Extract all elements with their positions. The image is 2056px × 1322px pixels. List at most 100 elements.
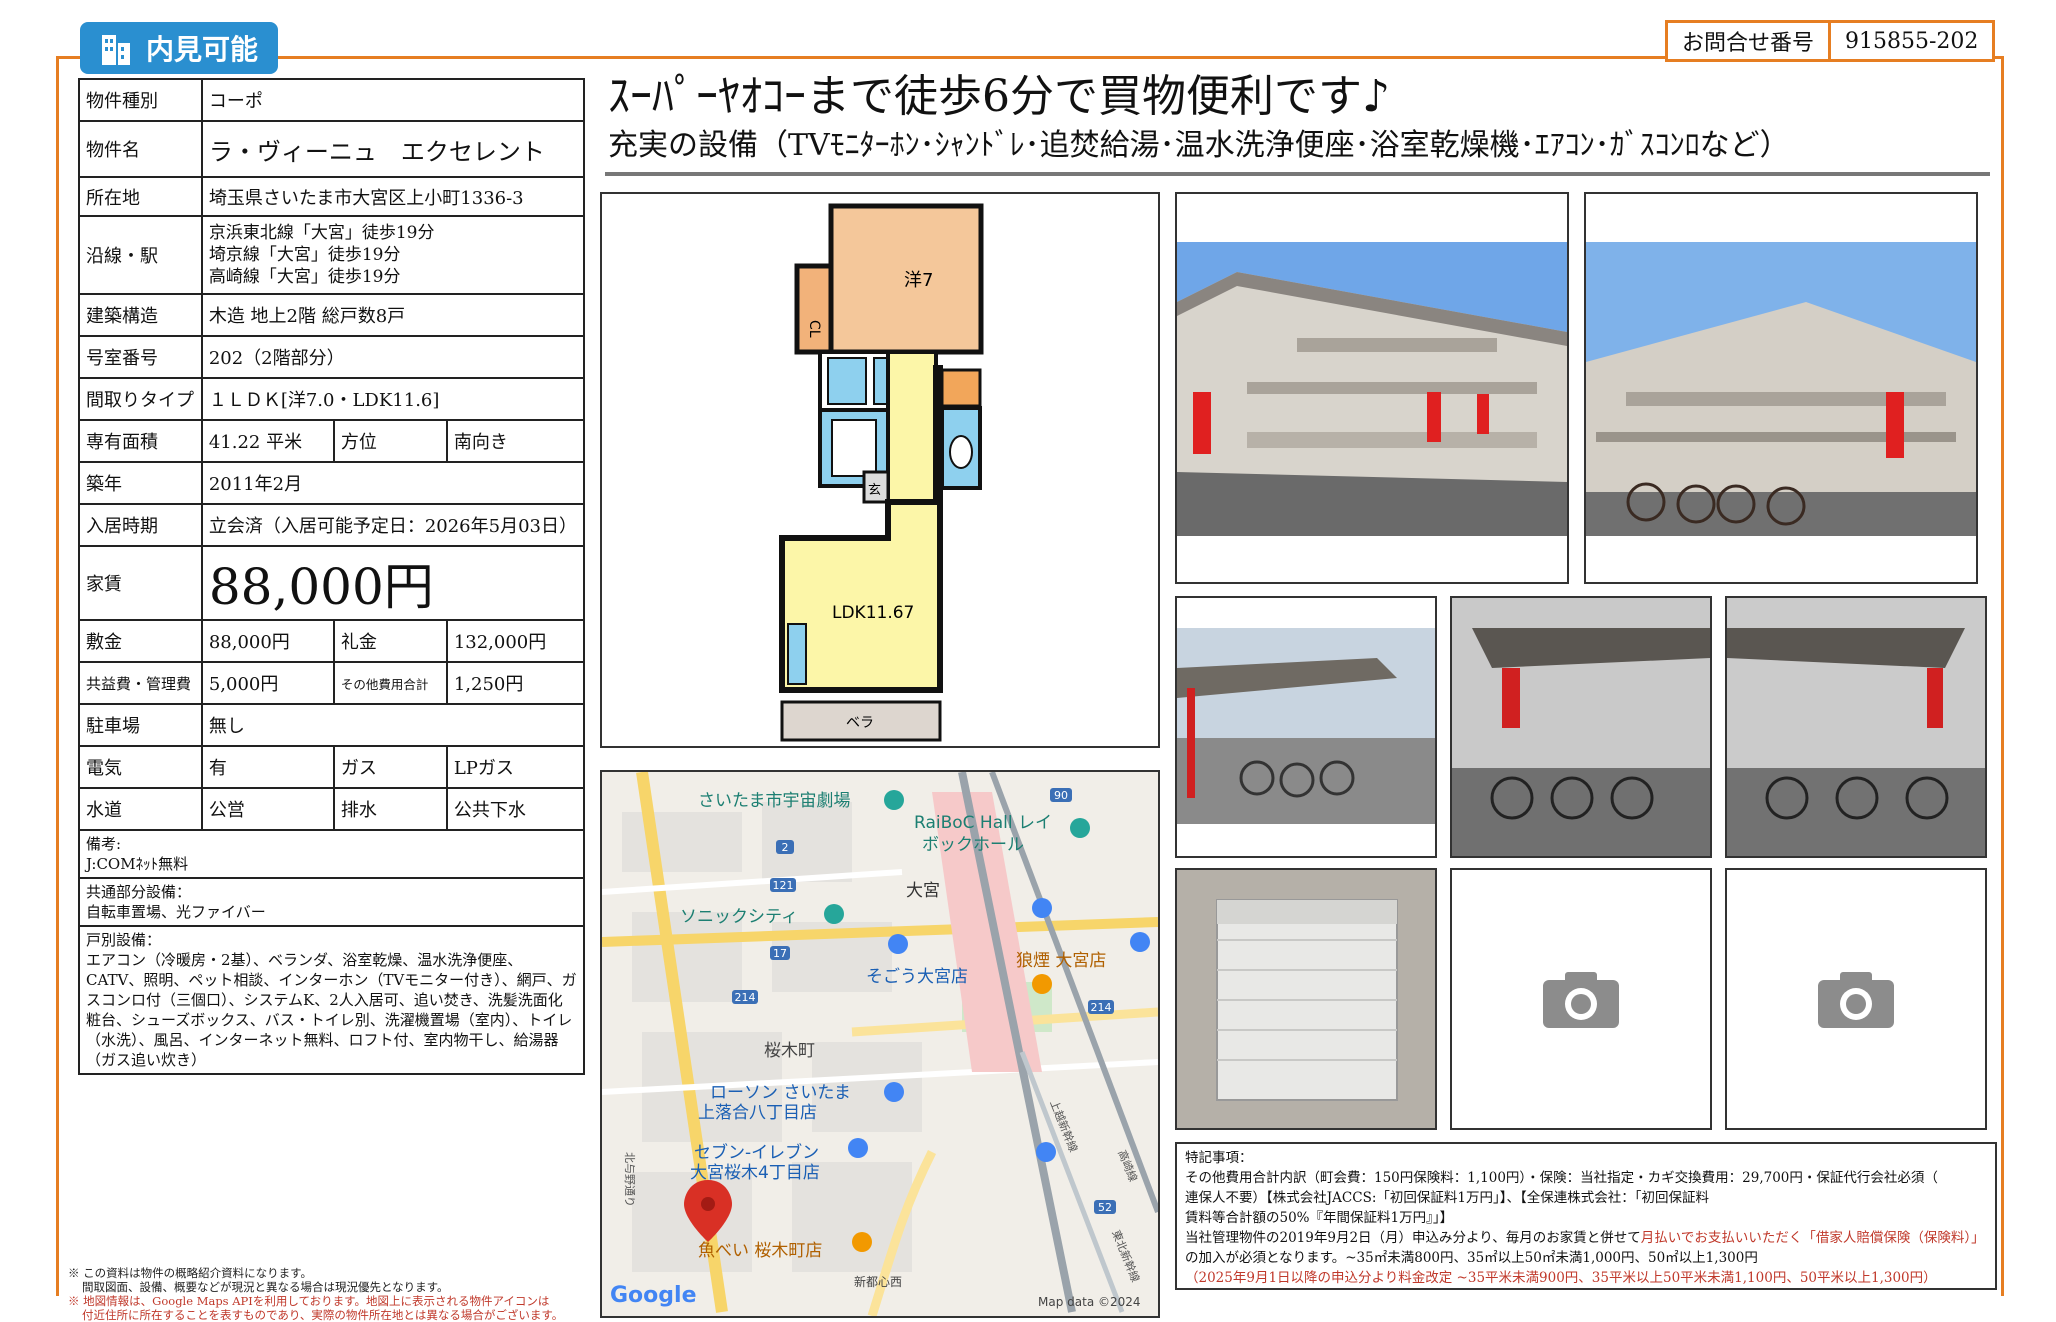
route-number: 214: [735, 991, 756, 1004]
value-type: コーポ: [200, 78, 586, 122]
value-water: 公営: [200, 787, 335, 831]
unit-value: エアコン（冷暖房・2基）、ベランダ、浴室乾燥、温水洗浄便座、CATV、照明、ペッ…: [86, 951, 577, 1069]
value-structure: 木造 地上2階 総戸数8戸: [200, 293, 586, 337]
exterior-photo-2: [1584, 192, 1978, 584]
map-panel[interactable]: 90 2 121 17 214 214 52 さいたま市宇宙劇場 RaiBoC …: [600, 770, 1160, 1318]
row-utilities-2: 水道 公営 排水 公共下水: [78, 787, 586, 831]
inquiry-label: お問合せ番号: [1668, 23, 1832, 59]
map-label: 狼煙 大宮店: [1016, 951, 1106, 971]
row-room: 号室番号 202（2階部分）: [78, 335, 586, 379]
map-drawing: 90 2 121 17 214 214 52 さいたま市宇宙劇場 RaiBoC …: [602, 772, 1158, 1316]
balcony-label: ベラ: [846, 715, 874, 731]
map-label: 上落合八丁目店: [698, 1103, 817, 1123]
map-label: セブン-イレブン: [694, 1142, 819, 1163]
photo-placeholder-1: [1450, 868, 1712, 1130]
value-deposit: 88,000円: [200, 619, 335, 663]
route-number: 90: [1054, 789, 1068, 802]
notes-highlight: 月払いでお支払いいただく「借家人賠償保険（保険料）」: [1640, 1230, 1985, 1246]
notes-line: （2025年9月1日以降の申込分より料金改定 ~35平米未満900円、35平米以…: [1185, 1270, 1937, 1286]
row-built: 築年 2011年2月: [78, 461, 586, 505]
bike-parking-image: [1727, 598, 1985, 856]
map-label: 大宮桜木4丁目店: [690, 1163, 820, 1183]
frame-right: [2001, 56, 2004, 1296]
row-remarks: 備考: J:COMﾈｯﾄ無料: [78, 829, 585, 879]
disclaimer: ※ この資料は物件の概略紹介資料になります。 間取図面、設備、概要などが現況と異…: [68, 1266, 588, 1322]
bike-parking-image: [1452, 598, 1710, 856]
ldk-label: LDK11.67: [832, 603, 914, 623]
exterior-photo-1: [1175, 192, 1569, 584]
disclaimer-line: ※ この資料は物件の概略紹介資料になります。: [68, 1266, 313, 1280]
row-unit-facilities: 戸別設備： エアコン（冷暖房・2基）、ベランダ、浴室乾燥、温水洗浄便座、CATV…: [78, 925, 585, 1075]
property-info-table: 物件種別 コーポ 物件名 ラ・ヴィーニュ エクセレント 所在地 埼玉県さいたま市…: [78, 78, 586, 1075]
notes-line: 連保人不要）【株式会社JACCS:「初回保証料1万円」】、【全保連株式会社：「初…: [1185, 1190, 1709, 1206]
label-other-fees: その他費用合計: [332, 661, 448, 705]
row-station: 沿線・駅 京浜東北線「大宮」徒歩19分 埼京線「大宮」徒歩19分 高崎線「大宮」…: [78, 215, 586, 295]
label-type: 物件種別: [78, 78, 203, 122]
entrance-label: 玄: [868, 483, 881, 498]
bike-parking-photo-1: [1175, 596, 1437, 858]
exterior-photo-image: [1177, 242, 1567, 536]
label-structure: 建築構造: [78, 293, 203, 337]
remarks-cell: 備考: J:COMﾈｯﾄ無料: [78, 829, 585, 879]
exterior-photo-image: [1586, 242, 1976, 536]
room-western-label: 洋7: [904, 270, 933, 291]
value-built: 2011年2月: [200, 461, 586, 505]
subheadline: 充実の設備（TVﾓﾆﾀｰﾎﾝ･ｼｬﾝﾄﾞﾚ･追焚給湯･温水洗浄便座･浴室乾燥機･…: [608, 128, 1790, 163]
label-address: 所在地: [78, 176, 203, 217]
label-rent: 家賃: [78, 545, 203, 621]
map-label: ボックホール: [922, 835, 1024, 855]
floorplan-drawing: 洋7 CL 玄 LDK11.67 ベラ: [779, 203, 984, 742]
label-layout: 間取りタイプ: [78, 377, 203, 421]
floorplan-panel: 洋7 CL 玄 LDK11.67 ベラ: [600, 192, 1160, 748]
value-layout: １ＬＤＫ[洋7.0・LDK11.6]: [200, 377, 586, 421]
storage-image: [1177, 870, 1435, 1128]
row-utilities-1: 電気 有 ガス LPガス: [78, 745, 586, 789]
special-notes: 特記事項： その他費用合計内訳（町会費：150円保険料：1,100円）・保険：当…: [1175, 1142, 1997, 1290]
label-name: 物件名: [78, 120, 203, 178]
bike-parking-photo-2: [1450, 596, 1712, 858]
remarks-value: J:COMﾈｯﾄ無料: [86, 855, 189, 873]
badge-label: 内見可能: [145, 33, 258, 66]
camera-icon: [1543, 972, 1619, 1028]
row-fees: 共益費・管理費 5,000円 その他費用合計 1,250円: [78, 661, 586, 705]
label-built: 築年: [78, 461, 203, 505]
frame-left: [56, 56, 59, 1296]
value-rent: 88,000円: [200, 545, 586, 621]
value-area: 41.22 平米: [200, 419, 335, 463]
map-label: 魚べい 桜木町店: [698, 1241, 822, 1261]
value-address: 埼玉県さいたま市大宮区上小町1336-3: [200, 176, 586, 217]
station-line: 京浜東北線「大宮」徒歩19分: [208, 223, 435, 243]
label-parking: 駐車場: [78, 703, 203, 747]
value-drain: 公共下水: [445, 787, 586, 831]
inquiry-number: 915855-202: [1845, 28, 1979, 54]
label-station: 沿線・駅: [78, 215, 203, 295]
label-area: 専有面積: [78, 419, 203, 463]
value-mgmt: 5,000円: [200, 661, 335, 705]
unit-label: 戸別設備：: [86, 931, 162, 949]
row-movein: 入居時期 立会済（入居可能予定日：2026年5月03日）: [78, 503, 586, 547]
notes-title: 特記事項：: [1185, 1150, 1253, 1166]
value-room: 202（2階部分）: [200, 335, 586, 379]
label-electric: 電気: [78, 745, 203, 789]
label-gas: ガス: [332, 745, 448, 789]
row-layout: 間取りタイプ １ＬＤＫ[洋7.0・LDK11.6]: [78, 377, 586, 421]
bike-parking-image: [1177, 628, 1435, 824]
value-parking: 無し: [200, 703, 586, 747]
station-line: 埼京線「大宮」徒歩19分: [208, 245, 401, 265]
notes-text: 当社管理物件の2019年9月2日（月）申込み分より、毎月のお家賃と併せて: [1185, 1230, 1641, 1246]
value-other-fees: 1,250円: [445, 661, 586, 705]
map-label: そごう大宮店: [866, 967, 968, 987]
label-room: 号室番号: [78, 335, 203, 379]
value-electric: 有: [200, 745, 335, 789]
map-label: 桜木町: [764, 1041, 815, 1061]
map-label: さいたま市宇宙劇場: [698, 791, 851, 811]
route-number: 17: [773, 947, 787, 960]
notes-line: 賃料等合計額の50%『年間保証料1万円』」】: [1185, 1210, 1454, 1226]
camera-icon: [1818, 972, 1894, 1028]
headline-rule: [605, 172, 1990, 176]
notes-line: の加入が必須となります。~35㎡未満800円、35㎡以上50㎡未満1,000円、…: [1185, 1250, 1758, 1266]
common-facilities-cell: 共通部分設備： 自転車置場、光ファイバー: [78, 877, 585, 927]
label-mgmt: 共益費・管理費: [78, 661, 203, 705]
value-name: ラ・ヴィーニュ エクセレント: [200, 120, 586, 178]
google-logo: Google: [610, 1283, 697, 1308]
